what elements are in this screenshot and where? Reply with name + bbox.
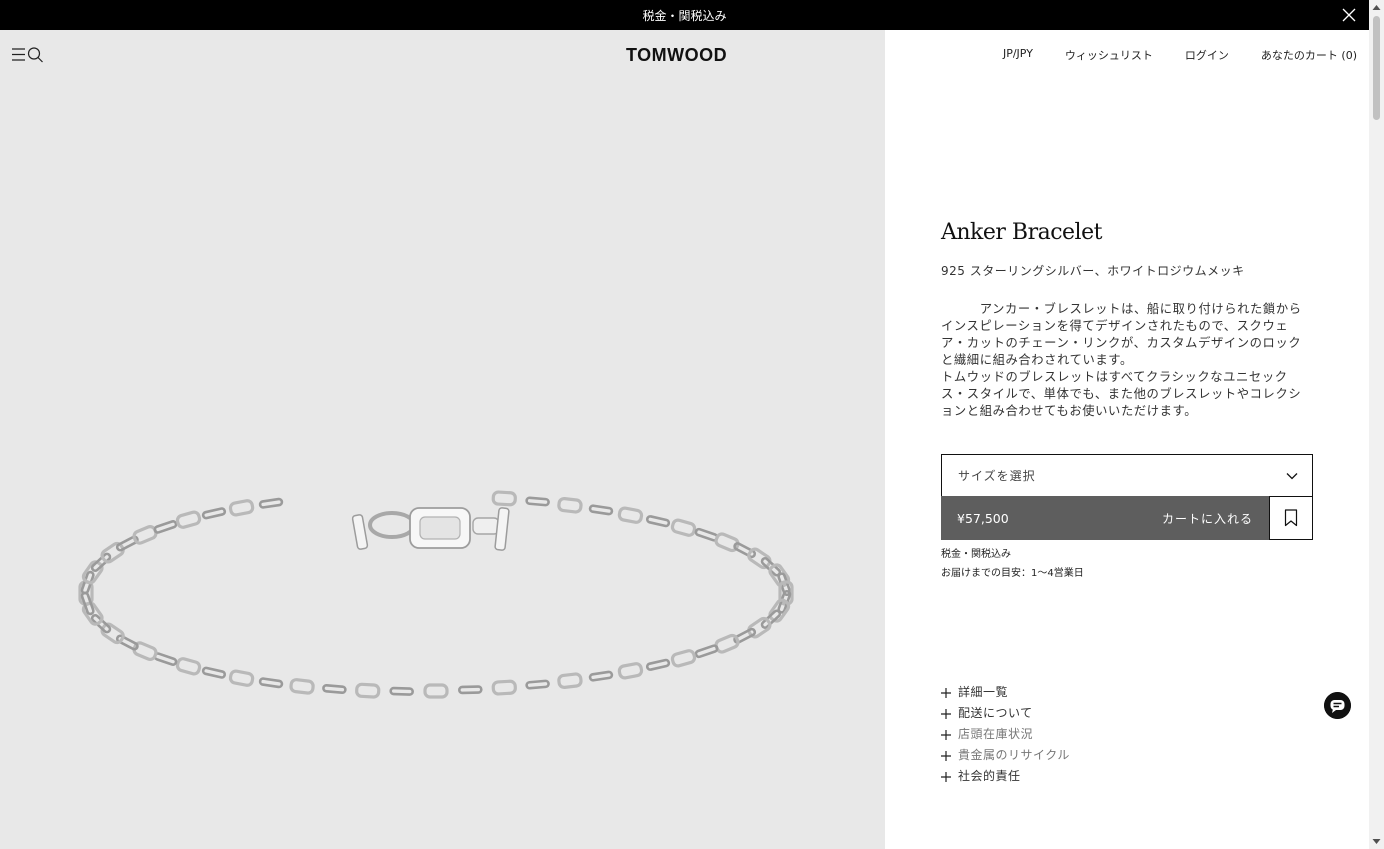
- size-select[interactable]: サイズを選択: [941, 454, 1313, 497]
- chain-link: [258, 677, 284, 689]
- product-price: ¥57,500: [957, 510, 1009, 526]
- chain-link: [423, 683, 449, 699]
- chain-link: [153, 652, 178, 666]
- scroll-up-icon[interactable]: [1372, 3, 1381, 12]
- bracelet-clasp: [351, 507, 510, 551]
- chain-link: [458, 685, 483, 695]
- announcement-bar: 税金・関税込み: [0, 0, 1369, 30]
- login-link[interactable]: ログイン: [1185, 47, 1229, 63]
- wishlist-button[interactable]: [1269, 496, 1313, 540]
- menu-icon[interactable]: [12, 48, 25, 61]
- scroll-down-icon[interactable]: [1372, 837, 1381, 846]
- product-image-panel: [0, 30, 885, 849]
- tax-note: 税金・関税込み: [941, 549, 1011, 560]
- chain-link: [228, 669, 255, 687]
- chain-link: [175, 510, 202, 529]
- site-header: TOMWOOD JP/JPY ウィッシュリスト ログイン あなたのカート (0): [0, 30, 1369, 78]
- chain-link: [714, 633, 740, 654]
- plus-icon: [941, 771, 951, 782]
- accordion-store-stock[interactable]: 店頭在庫状況: [941, 724, 1070, 745]
- accordion-label: 店頭在庫状況: [958, 727, 1034, 741]
- chain-link: [588, 504, 614, 516]
- accordion-shipping[interactable]: 配送について: [941, 703, 1070, 724]
- size-select-label: サイズを選択: [958, 469, 1036, 483]
- accordion-details[interactable]: 詳細一覧: [941, 682, 1070, 703]
- chain-link: [557, 672, 583, 689]
- accordion-recycling[interactable]: 貴金属のリサイクル: [941, 745, 1070, 766]
- chain-link: [355, 682, 381, 699]
- site-logo[interactable]: TOMWOOD: [626, 44, 744, 66]
- menu-search-button[interactable]: [11, 45, 45, 65]
- buy-row: ¥57,500 カートに入れる: [941, 496, 1313, 540]
- chain-link: [175, 657, 202, 676]
- chain-link: [694, 527, 719, 542]
- chain-link: [670, 649, 697, 668]
- chain-link: [694, 644, 719, 659]
- close-icon[interactable]: [1341, 7, 1357, 23]
- chain-link: [645, 658, 671, 671]
- chain-link: [617, 506, 644, 524]
- accordion-label: 配送について: [958, 706, 1033, 720]
- chain-link: [588, 670, 614, 682]
- page-scrollbar[interactable]: [1369, 0, 1384, 849]
- chain-link: [322, 684, 347, 694]
- accordion-label: 貴金属のリサイクル: [958, 748, 1070, 762]
- plus-icon: [941, 708, 951, 719]
- chain-link: [132, 525, 158, 545]
- scrollbar-thumb[interactable]: [1373, 16, 1380, 120]
- chevron-down-icon: [1286, 472, 1298, 479]
- search-icon[interactable]: [27, 47, 43, 63]
- chain-link: [670, 518, 697, 537]
- chain-link: [389, 686, 414, 696]
- chain-link: [228, 499, 255, 517]
- chain-link: [491, 490, 517, 507]
- product-image: [78, 490, 794, 699]
- chain-link: [201, 666, 227, 679]
- region-selector[interactable]: JP/JPY: [1003, 47, 1033, 63]
- header-nav: JP/JPY ウィッシュリスト ログイン あなたのカート (0): [1003, 47, 1357, 63]
- cart-link[interactable]: あなたのカート (0): [1261, 47, 1357, 63]
- chain-link: [645, 515, 671, 528]
- chain-link: [617, 662, 644, 680]
- add-to-cart-label: カートに入れる: [1161, 511, 1253, 526]
- wishlist-link[interactable]: ウィッシュリスト: [1065, 47, 1153, 63]
- accordion-label: 社会的責任: [958, 769, 1021, 783]
- product-notes: 税金・関税込み お届けまでの目安：1〜4営業日: [941, 545, 1084, 583]
- product-material: 925 スターリングシルバー、ホワイトロジウムメッキ: [941, 264, 1245, 278]
- chain-link: [557, 497, 583, 514]
- product-info: Anker Bracelet 925 スターリングシルバー、ホワイトロジウムメッ…: [941, 218, 1313, 420]
- bookmark-icon: [1284, 509, 1298, 527]
- chain-link: [525, 679, 550, 690]
- chain-link: [153, 520, 178, 534]
- chain-link: [525, 496, 550, 507]
- product-description: アンカー・ブレスレットは、船に取り付けられた鎖からインスピレーションを得てデザイ…: [941, 302, 1302, 418]
- chain-link: [491, 679, 517, 696]
- plus-icon: [941, 729, 951, 740]
- accordion-responsibility[interactable]: 社会的責任: [941, 766, 1070, 787]
- delivery-note: お届けまでの目安：1〜4営業日: [941, 568, 1084, 579]
- chain-link: [100, 541, 125, 564]
- chain-link: [289, 678, 315, 695]
- product-title: Anker Bracelet: [941, 220, 1102, 245]
- chat-icon[interactable]: [1324, 692, 1351, 719]
- product-accordion: 詳細一覧 配送について 店頭在庫状況 貴金属のリサイクル 社会的責任: [941, 682, 1070, 787]
- chain-link: [258, 497, 284, 509]
- plus-icon: [941, 750, 951, 761]
- plus-icon: [941, 687, 951, 698]
- accordion-label: 詳細一覧: [958, 685, 1009, 699]
- chain-link: [201, 507, 227, 520]
- add-to-cart-button[interactable]: ¥57,500 カートに入れる: [941, 496, 1269, 540]
- chain-link: [100, 622, 125, 645]
- announcement-text: 税金・関税込み: [642, 8, 727, 23]
